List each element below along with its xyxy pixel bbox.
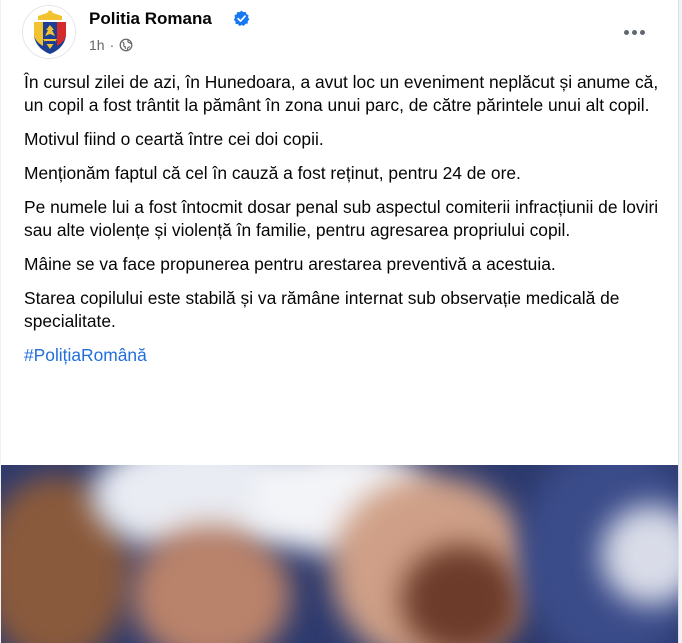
- post-text: În cursul zilei de azi, în Hunedoara, a …: [24, 71, 659, 378]
- facebook-post: Politia Romana 1h · În cursul zilei de a…: [1, 0, 679, 643]
- post-paragraph: Menționăm faptul că cel în cauză a fost …: [24, 163, 521, 183]
- post-paragraph: Motivul fiind o ceartă între cei doi cop…: [24, 129, 324, 149]
- post-paragraph: Starea copilului este stabilă și va rămâ…: [24, 288, 620, 331]
- post-meta: 1h ·: [89, 37, 133, 53]
- post-paragraph: Mâine se va face propunerea pentru arest…: [24, 254, 556, 274]
- verified-badge-icon: [233, 10, 250, 26]
- more-options-button[interactable]: [616, 18, 652, 46]
- police-crest-logo: [23, 6, 75, 58]
- post-paragraph: În cursul zilei de azi, în Hunedoara, a …: [24, 72, 659, 115]
- post-header: Politia Romana 1h ·: [1, 0, 678, 64]
- more-options-dot: [639, 29, 645, 35]
- more-options-icon: [623, 29, 629, 35]
- post-paragraph: Pe numele lui a fost întocmit dosar pena…: [24, 197, 659, 240]
- meta-separator: ·: [109, 37, 115, 53]
- hashtag-link[interactable]: #PolițiaRomână: [24, 345, 147, 365]
- post-image[interactable]: [1, 465, 678, 643]
- page-name[interactable]: Politia Romana: [89, 9, 212, 29]
- globe-icon[interactable]: [119, 38, 133, 52]
- page-avatar[interactable]: [22, 5, 76, 59]
- post-time[interactable]: 1h: [89, 37, 105, 53]
- more-options-dot: [631, 29, 637, 35]
